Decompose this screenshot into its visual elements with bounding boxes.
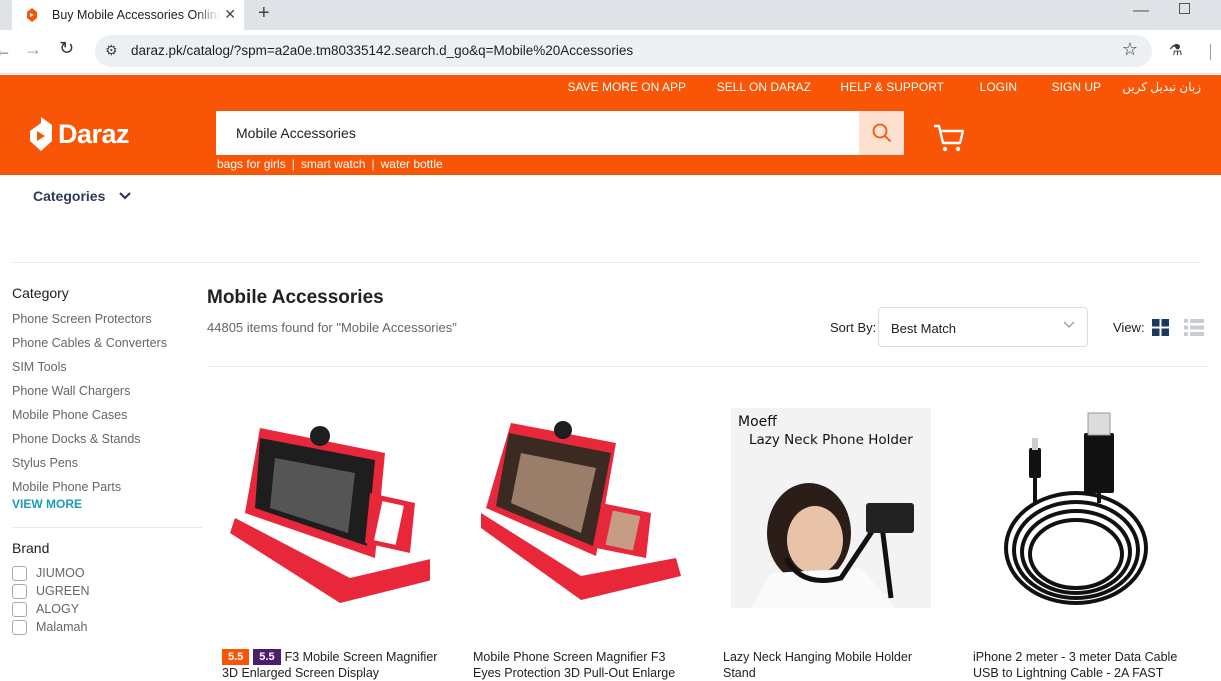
divider — [12, 262, 1200, 263]
category-filter-title: Category — [12, 285, 69, 301]
sort-value: Best Match — [891, 321, 957, 336]
change-language-link[interactable]: زبان تبدیل کریں — [1122, 80, 1201, 94]
list-view-icon[interactable] — [1184, 319, 1204, 336]
daraz-favicon-icon — [27, 8, 37, 22]
brand-filter-item[interactable]: ALOGY — [12, 600, 202, 618]
toolbar-divider — [1210, 44, 1211, 60]
category-filter-item[interactable]: Stylus Pens — [12, 453, 202, 477]
sort-dropdown[interactable]: Best Match — [878, 307, 1088, 347]
cart-icon[interactable] — [933, 123, 965, 153]
brand-checkbox[interactable] — [12, 583, 27, 599]
chevron-down-icon — [119, 192, 132, 200]
product-title[interactable]: iPhone 2 meter - 3 meter Data Cable USB … — [973, 649, 1195, 681]
image-brand-text: Moeff — [738, 414, 777, 430]
suggestion-link[interactable]: smart watch — [301, 157, 366, 171]
page-title: Mobile Accessories — [207, 287, 384, 308]
category-filter-item[interactable]: Phone Docks & Stands — [12, 429, 202, 453]
save-more-on-app-link[interactable]: SAVE MORE ON APP — [568, 80, 686, 94]
brand-checkbox[interactable] — [12, 565, 27, 581]
categories-label: Categories — [33, 188, 106, 204]
minimize-icon[interactable]: — — [1133, 2, 1149, 20]
promo-badge: 5.5 — [253, 649, 281, 665]
product-title[interactable]: Mobile Phone Screen Magnifier F3 Eyes Pr… — [473, 649, 695, 681]
back-arrow-icon[interactable]: ← — [0, 40, 12, 61]
chevron-down-icon — [1063, 321, 1075, 328]
brand-filter-title: Brand — [12, 540, 50, 556]
product-image[interactable] — [981, 408, 1181, 608]
suggestion-link[interactable]: water bottle — [381, 157, 443, 171]
daraz-logo-icon — [30, 117, 52, 151]
category-filter-item[interactable]: Phone Wall Chargers — [12, 381, 202, 405]
product-image[interactable]: Moeff Lazy Neck Phone Holder — [731, 408, 931, 608]
search-icon — [872, 123, 891, 143]
browser-toolbar: ← → ↻ ⚙ daraz.pk/catalog/?spm=a2a0e.tm80… — [0, 30, 1221, 74]
category-filter-item[interactable]: Phone Screen Protectors — [12, 309, 202, 333]
bookmark-star-icon[interactable]: ☆ — [1122, 39, 1138, 60]
new-tab-icon[interactable]: + — [258, 2, 270, 25]
daraz-logo[interactable]: Daraz — [30, 117, 130, 151]
suggestion-link[interactable]: bags for girls — [217, 157, 286, 171]
maximize-icon[interactable] — [1179, 3, 1190, 14]
sort-label: Sort By: — [830, 320, 877, 335]
forward-arrow-icon[interactable]: → — [24, 39, 42, 60]
divider — [12, 527, 202, 528]
reload-icon[interactable]: ↻ — [59, 38, 74, 59]
product-image[interactable] — [230, 408, 430, 608]
logo-text: Daraz — [58, 118, 130, 149]
site-header: SAVE MORE ON APP SELL ON DARAZ HELP & SU… — [0, 75, 1221, 175]
search-bar — [216, 111, 904, 155]
sell-on-daraz-link[interactable]: SELL ON DARAZ — [717, 80, 811, 94]
result-count: 44805 items found for "Mobile Accessorie… — [207, 320, 457, 335]
brand-label: UGREEN — [36, 584, 90, 598]
suggestion-separator: | — [291, 157, 295, 171]
categories-menu[interactable]: Categories — [33, 188, 132, 204]
view-label: View: — [1113, 320, 1145, 335]
brand-filter-item[interactable]: UGREEN — [12, 582, 202, 600]
brand-label: JIUMOO — [36, 566, 85, 580]
brand-label: ALOGY — [36, 602, 80, 616]
category-filter-item[interactable]: Phone Cables & Converters — [12, 333, 202, 357]
view-more-link[interactable]: VIEW MORE — [12, 497, 202, 511]
site-settings-icon[interactable]: ⚙ — [105, 42, 118, 59]
promo-badge: 5.5 — [222, 649, 250, 665]
product-title[interactable]: Lazy Neck Hanging Mobile Holder Stand — [723, 649, 945, 681]
search-input[interactable] — [216, 111, 859, 155]
search-suggestions: bags for girls | smart watch | water bottle — [217, 157, 443, 171]
labs-flask-icon[interactable]: ⚗ — [1169, 41, 1182, 59]
divider — [207, 366, 1207, 367]
product-title[interactable]: 5.5 5.5 F3 Mobile Screen Magnifier 3D Enla… — [222, 649, 444, 681]
login-link[interactable]: LOGIN — [980, 80, 1017, 94]
brand-checkbox[interactable] — [12, 601, 27, 617]
brand-filter-item[interactable]: JIUMOO — [12, 564, 202, 582]
tab-title: Buy Mobile Accessories Online at Best Pr… — [52, 8, 220, 22]
grid-view-icon[interactable] — [1152, 319, 1169, 336]
browser-tab[interactable]: Buy Mobile Accessories Online at Best Pr… — [12, 0, 244, 30]
help-support-link[interactable]: HELP & SUPPORT — [840, 80, 944, 94]
product-image[interactable] — [481, 408, 681, 608]
brand-filter-item[interactable]: Malamah — [12, 618, 202, 636]
browser-tab-bar: Buy Mobile Accessories Online at Best Pr… — [0, 0, 1221, 30]
url-text[interactable]: daraz.pk/catalog/?spm=a2a0e.tm80335142.s… — [131, 43, 633, 58]
address-bar[interactable]: ⚙ daraz.pk/catalog/?spm=a2a0e.tm80335142… — [95, 35, 1152, 67]
image-caption-text: Lazy Neck Phone Holder — [749, 432, 913, 448]
category-filter-item[interactable]: SIM Tools — [12, 357, 202, 381]
signup-link[interactable]: SIGN UP — [1052, 80, 1101, 94]
brand-label: Malamah — [36, 620, 88, 634]
category-filter-item[interactable]: Mobile Phone Cases — [12, 405, 202, 429]
suggestion-separator: | — [371, 157, 375, 171]
search-button[interactable] — [859, 111, 904, 155]
close-tab-icon[interactable]: ✕ — [224, 6, 236, 23]
filter-sidebar: Category Phone Screen Protectors Phone C… — [12, 285, 202, 636]
brand-checkbox[interactable] — [12, 619, 27, 635]
